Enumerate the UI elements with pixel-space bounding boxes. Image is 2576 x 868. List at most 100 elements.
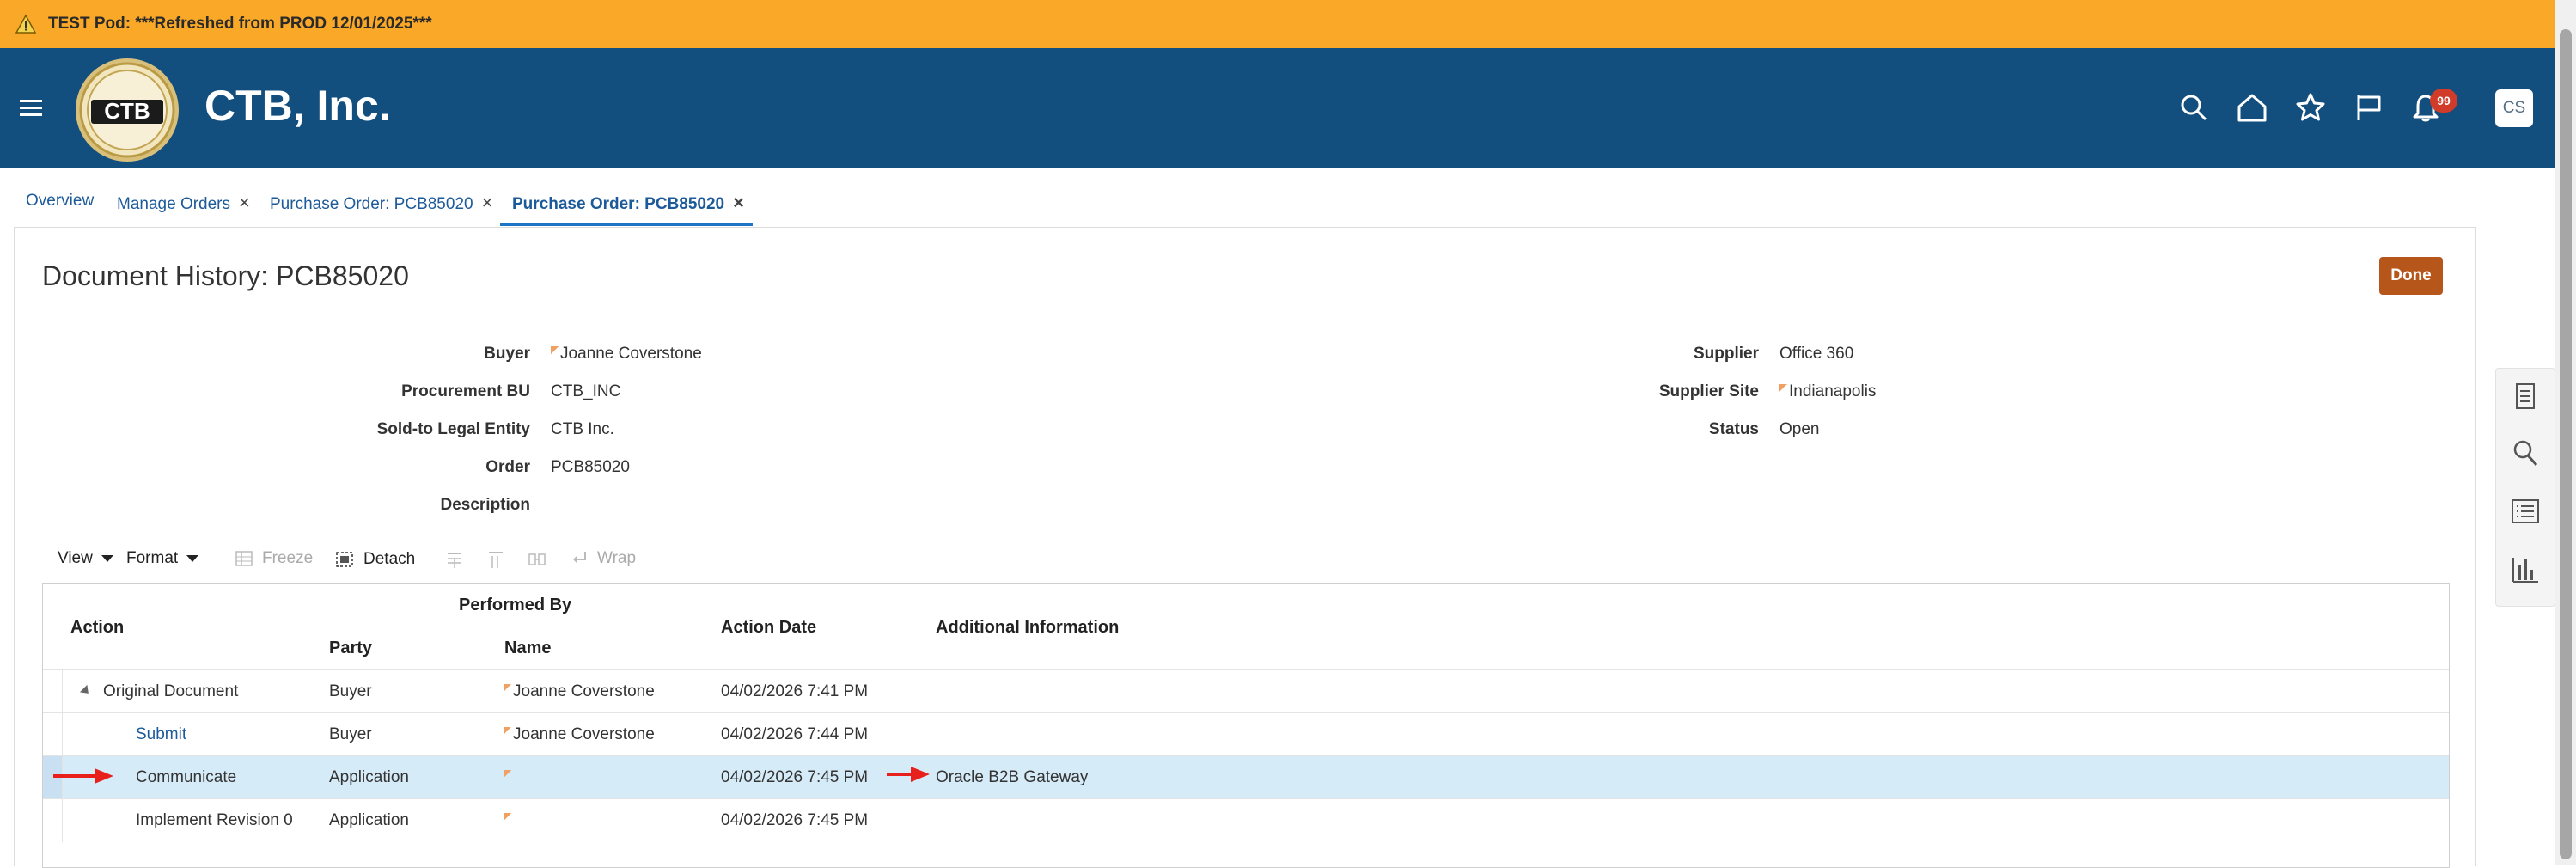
flag-marker-icon bbox=[504, 770, 511, 778]
flag-marker-icon bbox=[504, 727, 511, 735]
table-row-selected[interactable]: Communicate Application 04/02/2026 7:45 … bbox=[43, 755, 2449, 799]
detach-label: Detach bbox=[363, 550, 416, 568]
freeze-columns-icon[interactable] bbox=[485, 549, 506, 570]
close-icon[interactable]: × bbox=[733, 192, 744, 213]
scrollbar-thumb[interactable] bbox=[2560, 29, 2572, 859]
cell-party: Application bbox=[329, 768, 409, 786]
active-tab-indicator bbox=[500, 223, 753, 226]
column-header-action-date[interactable]: Action Date bbox=[721, 618, 816, 638]
wrap-button[interactable]: Wrap bbox=[571, 549, 636, 568]
column-header-party[interactable]: Party bbox=[329, 639, 372, 658]
tab-manage-orders[interactable]: Manage Orders × bbox=[117, 192, 250, 214]
tab-label: Manage Orders bbox=[117, 195, 231, 213]
close-icon[interactable]: × bbox=[482, 192, 493, 213]
cell-action-date: 04/02/2026 7:41 PM bbox=[721, 682, 869, 700]
flag-marker-icon bbox=[504, 813, 511, 821]
brand-name: CTB, Inc. bbox=[204, 82, 391, 130]
flag-marker-icon bbox=[551, 346, 559, 354]
side-panel-rail bbox=[2495, 368, 2555, 607]
tab-label: Overview bbox=[26, 192, 95, 210]
done-button[interactable]: Done bbox=[2379, 257, 2443, 295]
banner-text: TEST Pod: ***Refreshed from PROD 12/01/2… bbox=[48, 15, 432, 33]
cell-action-date: 04/02/2026 7:44 PM bbox=[721, 725, 869, 743]
field-value-procurement-bu: CTB_INC bbox=[551, 382, 621, 400]
search-icon[interactable] bbox=[2510, 437, 2541, 468]
cell-action: Implement Revision 0 bbox=[136, 811, 293, 829]
row-gutter bbox=[43, 713, 63, 756]
bar-chart-icon[interactable] bbox=[2510, 554, 2541, 585]
logo-text: CTB bbox=[104, 98, 150, 124]
field-label-supplier: Supplier bbox=[1693, 345, 1759, 363]
menu-icon[interactable] bbox=[17, 94, 45, 121]
freeze-label: Freeze bbox=[262, 549, 314, 567]
column-header-performed-by: Performed By bbox=[459, 596, 572, 614]
tab-purchase-order-1[interactable]: Purchase Order: PCB85020 × bbox=[270, 192, 492, 214]
field-value-supplier: Office 360 bbox=[1779, 345, 1854, 363]
field-label-status: Status bbox=[1708, 420, 1759, 438]
list-icon[interactable] bbox=[2510, 496, 2541, 527]
notifications-count-badge: 99 bbox=[2430, 89, 2457, 113]
company-logo[interactable]: CTB bbox=[74, 57, 180, 163]
cell-name[interactable] bbox=[504, 811, 513, 830]
table-row[interactable]: Submit Buyer Joanne Coverstone 04/02/202… bbox=[43, 712, 2449, 756]
freeze-rows-icon[interactable] bbox=[444, 549, 465, 570]
wrap-icon bbox=[573, 552, 586, 563]
home-icon[interactable] bbox=[2236, 91, 2268, 124]
field-label-order: Order bbox=[485, 458, 530, 476]
cell-name[interactable] bbox=[504, 768, 513, 787]
page-scrollbar[interactable] bbox=[2555, 0, 2576, 865]
cell-additional-info: Oracle B2B Gateway bbox=[936, 768, 1089, 786]
field-value-buyer[interactable]: Joanne Coverstone bbox=[551, 345, 702, 364]
cell-name[interactable]: Joanne Coverstone bbox=[504, 682, 655, 701]
global-header: CTB CTB, Inc. 99 CS bbox=[0, 48, 2555, 168]
field-label-description: Description bbox=[440, 496, 530, 514]
column-header-additional-info[interactable]: Additional Information bbox=[936, 618, 1119, 638]
view-menu[interactable]: View bbox=[58, 549, 113, 568]
freeze-button[interactable]: Freeze bbox=[235, 549, 313, 568]
tab-label: Purchase Order: PCB85020 bbox=[512, 195, 725, 213]
tab-bar: Overview Manage Orders × Purchase Order: … bbox=[0, 168, 2475, 226]
column-header-action[interactable]: Action bbox=[70, 618, 124, 638]
reorder-columns-icon[interactable] bbox=[527, 549, 547, 570]
row-gutter bbox=[43, 670, 63, 713]
cell-action: Original Document bbox=[103, 682, 239, 700]
collapse-triangle-icon[interactable] bbox=[79, 684, 93, 698]
field-value-supplier-site[interactable]: Indianapolis bbox=[1779, 382, 1876, 401]
tab-purchase-order-2[interactable]: Purchase Order: PCB85020 × bbox=[512, 192, 744, 214]
tab-label: Purchase Order: PCB85020 bbox=[270, 195, 473, 213]
table-row[interactable]: Implement Revision 0 Application 04/02/2… bbox=[43, 798, 2449, 842]
tab-overview[interactable]: Overview bbox=[26, 192, 94, 211]
caret-down-icon bbox=[101, 555, 113, 562]
table-row[interactable]: Original Document Buyer Joanne Coverston… bbox=[43, 669, 2449, 713]
search-icon[interactable] bbox=[2177, 91, 2210, 124]
cell-party: Buyer bbox=[329, 682, 372, 700]
document-icon[interactable] bbox=[2510, 381, 2541, 412]
cell-name[interactable]: Joanne Coverstone bbox=[504, 725, 655, 744]
cell-party: Application bbox=[329, 811, 409, 829]
cell-action-date: 04/02/2026 7:45 PM bbox=[721, 768, 869, 786]
detach-button[interactable]: Detach bbox=[334, 549, 415, 570]
cell-party: Buyer bbox=[329, 725, 372, 743]
cell-action-date: 04/02/2026 7:45 PM bbox=[721, 811, 869, 829]
field-label-buyer: Buyer bbox=[484, 345, 530, 363]
flag-marker-icon bbox=[504, 684, 511, 692]
column-header-name[interactable]: Name bbox=[504, 639, 551, 658]
user-avatar[interactable]: CS bbox=[2495, 89, 2533, 127]
annotation-arrow-icon bbox=[53, 768, 113, 784]
field-value-status: Open bbox=[1779, 420, 1820, 438]
test-pod-banner: TEST Pod: ***Refreshed from PROD 12/01/2… bbox=[0, 0, 2555, 48]
format-menu[interactable]: Format bbox=[126, 549, 199, 568]
page-title: Document History: PCB85020 bbox=[42, 260, 409, 291]
flag-icon[interactable] bbox=[2353, 91, 2385, 124]
field-label-sold-to-legal-entity: Sold-to Legal Entity bbox=[376, 420, 530, 438]
field-value-order: PCB85020 bbox=[551, 458, 630, 476]
document-history-panel: Document History: PCB85020 Done Buyer Jo… bbox=[14, 227, 2476, 868]
close-icon[interactable]: × bbox=[239, 192, 250, 213]
row-gutter bbox=[43, 799, 63, 842]
history-table: Action Performed By Party Name Action Da… bbox=[42, 583, 2450, 868]
favorites-star-icon[interactable] bbox=[2294, 91, 2327, 124]
caret-down-icon bbox=[186, 555, 199, 562]
cell-action-link[interactable]: Submit bbox=[136, 725, 186, 744]
freeze-icon bbox=[235, 551, 253, 566]
cell-action: Communicate bbox=[136, 768, 237, 786]
